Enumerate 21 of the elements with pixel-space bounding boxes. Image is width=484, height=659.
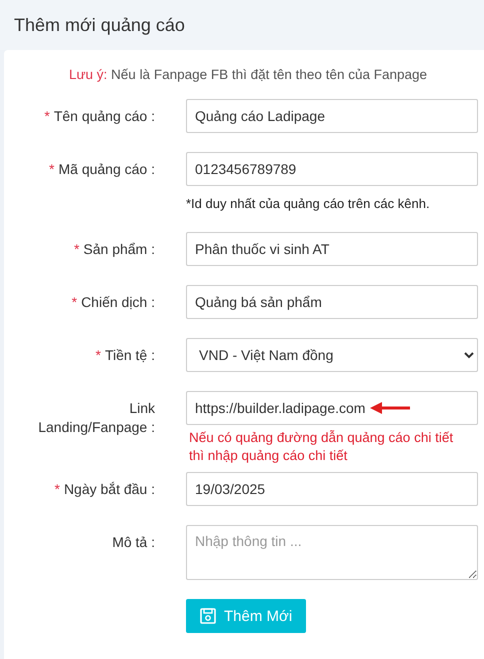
text-field[interactable]: 19/03/2025 — [186, 472, 478, 506]
currency-select[interactable]: VND - Việt Nam đồng — [186, 338, 478, 372]
text-field[interactable]: Quảng bá sản phẩm — [186, 285, 478, 319]
description-field[interactable]: Nhập thông tin ... — [186, 525, 478, 580]
note-text: Lưu ý: Nếu là Fanpage FB thì đặt tên theo tên của Fanpage — [68, 67, 428, 82]
field-label: * Mã quảng cáo : — [48, 160, 155, 179]
warning-text: Nếu có quảng đường dẫn quảng cáo chi tiết thì nhập quảng cáo chi tiết — [188, 429, 454, 465]
save-icon — [200, 608, 216, 624]
text-field[interactable]: 0123456789789 — [186, 152, 478, 186]
field-label: * Ngày bắt đầu : — [53, 480, 155, 499]
hint-text: *Id duy nhất của quảng cáo trên các kênh. — [186, 195, 431, 213]
field-label: * Sản phẩm : — [72, 240, 155, 259]
field-label: Link Landing/Fanpage : — [37, 399, 155, 437]
field-label: * Tên quảng cáo : — [43, 107, 155, 126]
field-label: * Chiến dịch : — [70, 293, 155, 312]
field-label: Mô tả : — [111, 533, 155, 552]
text-field[interactable]: Quảng cáo Ladipage — [186, 99, 478, 133]
text-field[interactable]: Phân thuốc vi sinh AT — [186, 232, 478, 266]
page-title: Thêm mới quảng cáo — [14, 14, 185, 36]
field-label: * Tiền tệ : — [94, 346, 155, 365]
text-field[interactable]: https://builder.ladipage.com — [186, 391, 478, 425]
